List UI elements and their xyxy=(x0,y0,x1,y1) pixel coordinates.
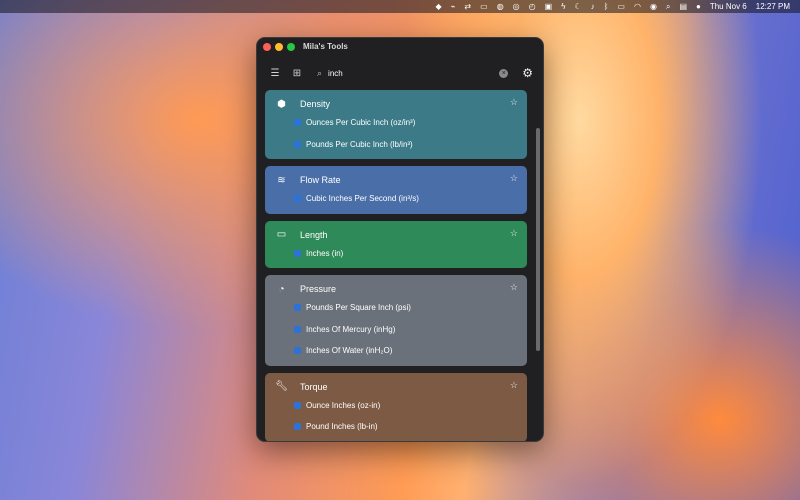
unit-label: Ounces Per Cubic Inch (oz/in³) xyxy=(306,118,416,128)
unit-item[interactable]: Inches Of Mercury (inHg) xyxy=(265,319,527,341)
category-card-flow-rate[interactable]: ≋ Flow Rate ☆ Cubic Inches Per Second (i… xyxy=(265,166,527,214)
antenna-icon[interactable]: ⌁ xyxy=(451,0,456,13)
star-icon[interactable]: ☆ xyxy=(510,97,518,108)
window-title: Mila's Tools xyxy=(303,42,348,51)
search-field: ⌕ xyxy=(317,68,499,79)
unit-label: Pound Inches (lb-in) xyxy=(306,422,378,432)
category-list: ⬢ Density ☆ Ounces Per Cubic Inch (oz/in… xyxy=(265,90,527,441)
grid-view-icon[interactable]: ⊞ xyxy=(289,65,305,81)
unit-icon xyxy=(294,249,301,257)
unit-icon xyxy=(294,423,301,431)
siri-icon[interactable]: ● xyxy=(696,0,701,13)
unit-icon xyxy=(294,401,301,409)
search-icon[interactable]: ⌕ xyxy=(666,0,670,13)
globe-icon[interactable]: ◍ xyxy=(497,0,504,13)
unit-icon xyxy=(294,347,301,355)
category-title: Pressure xyxy=(300,284,337,294)
wifi-icon[interactable]: ◠ xyxy=(634,0,641,13)
unit-item[interactable]: Ounce Inches (oz-in) xyxy=(265,395,527,417)
menu-bar: ◆ ⌁ ⇄ ▭ ◍ ◎ ◴ ▣ ϟ ☾ ♪ ᛒ ▭ ◠ ◉ ⌕ ▤ ● Thu … xyxy=(0,0,800,13)
star-icon[interactable]: ☆ xyxy=(510,173,518,184)
star-icon[interactable]: ☆ xyxy=(510,228,518,239)
wind-icon: ≋ xyxy=(277,174,286,186)
unit-icon xyxy=(294,195,301,203)
unit-label: Pounds Per Square Inch (psi) xyxy=(306,303,411,313)
clear-search-icon[interactable]: × xyxy=(499,68,509,78)
unit-label: Inches (in) xyxy=(306,248,344,258)
app-window: Mila's Tools ☰ ⊞ ⌕ × ⚙ ⬢ Density ☆ Ounce… xyxy=(256,37,544,442)
switch-icon[interactable]: ⇄ xyxy=(464,0,471,13)
category-title: Density xyxy=(300,99,331,109)
ruler-icon: ▭ xyxy=(276,229,287,240)
menubar-time[interactable]: 12:27 PM xyxy=(756,0,790,13)
menubar-date[interactable]: Thu Nov 6 xyxy=(710,0,747,13)
unit-icon xyxy=(294,325,301,333)
unit-label: Cubic Inches Per Second (in³/s) xyxy=(306,194,419,204)
bolt-icon[interactable]: ϟ xyxy=(561,0,565,13)
category-title: Length xyxy=(300,229,328,240)
unit-item[interactable]: Pounds Per Square Inch (psi) xyxy=(265,297,527,319)
unit-label: Pounds Per Cubic Inch (lb/in³) xyxy=(306,139,413,149)
star-icon[interactable]: ☆ xyxy=(510,380,518,391)
toolbar: ☰ ⊞ ⌕ × ⚙ xyxy=(257,58,543,88)
search-input[interactable] xyxy=(328,68,479,78)
volume-icon[interactable]: ♪ xyxy=(591,0,595,13)
app-icon[interactable]: ▣ xyxy=(545,0,553,13)
user-icon[interactable]: ◉ xyxy=(650,0,657,13)
moon-icon[interactable]: ☾ xyxy=(574,0,581,13)
scrollbar[interactable] xyxy=(536,128,540,351)
title-bar: Mila's Tools xyxy=(257,38,543,58)
unit-item[interactable]: Pound Inches (lb-in) xyxy=(265,416,527,438)
unit-item[interactable]: Inches Of Water (inH₂O) xyxy=(265,340,527,362)
unit-icon xyxy=(294,140,301,148)
category-title: Torque xyxy=(300,381,328,392)
list-view-icon[interactable]: ☰ xyxy=(267,65,283,81)
unit-label: Inches Of Water (inH₂O) xyxy=(306,346,393,356)
battery-icon[interactable]: ▭ xyxy=(617,0,625,13)
search-icon: ⌕ xyxy=(317,67,323,78)
unit-icon xyxy=(294,304,301,312)
gauge-icon: ◔ xyxy=(278,283,285,295)
category-card-length[interactable]: ▭ Length ☆ Inches (in) xyxy=(265,220,527,268)
bluetooth-icon[interactable]: ᛒ xyxy=(604,0,609,13)
category-card-pressure[interactable]: ◔ Pressure ☆ Pounds Per Square Inch (psi… xyxy=(265,275,527,366)
unit-icon xyxy=(294,119,301,127)
control-center-icon[interactable]: ▤ xyxy=(679,0,687,13)
dropbox-icon[interactable]: ◆ xyxy=(435,0,441,13)
display-icon[interactable]: ▭ xyxy=(480,0,488,13)
unit-item[interactable]: Inches (in) xyxy=(265,243,527,265)
unit-label: Inches Of Mercury (inHg) xyxy=(306,324,396,334)
timer-icon[interactable]: ◴ xyxy=(529,0,536,13)
category-title: Flow Rate xyxy=(300,175,341,185)
category-card-torque[interactable]: 🔧︎ Torque ☆ Ounce Inches (oz-in) Pound I… xyxy=(265,372,527,441)
unit-item[interactable]: Ounces Per Cubic Inch (oz/in³) xyxy=(265,112,527,134)
unit-item[interactable]: Cubic Inches Per Second (in³/s) xyxy=(265,188,527,210)
cube-icon: ⬢ xyxy=(277,98,286,110)
unit-label: Ounce Inches (oz-in) xyxy=(306,400,381,410)
unit-item[interactable]: Pounds Per Cubic Inch (lb/in³) xyxy=(265,134,527,156)
maximize-button[interactable] xyxy=(287,43,295,51)
globe-icon[interactable]: ◎ xyxy=(513,0,520,13)
wrench-icon: 🔧︎ xyxy=(275,381,288,392)
gear-icon[interactable]: ⚙ xyxy=(522,66,533,80)
close-button[interactable] xyxy=(263,43,271,51)
minimize-button[interactable] xyxy=(275,43,283,51)
star-icon[interactable]: ☆ xyxy=(510,282,518,293)
category-card-density[interactable]: ⬢ Density ☆ Ounces Per Cubic Inch (oz/in… xyxy=(265,90,527,159)
